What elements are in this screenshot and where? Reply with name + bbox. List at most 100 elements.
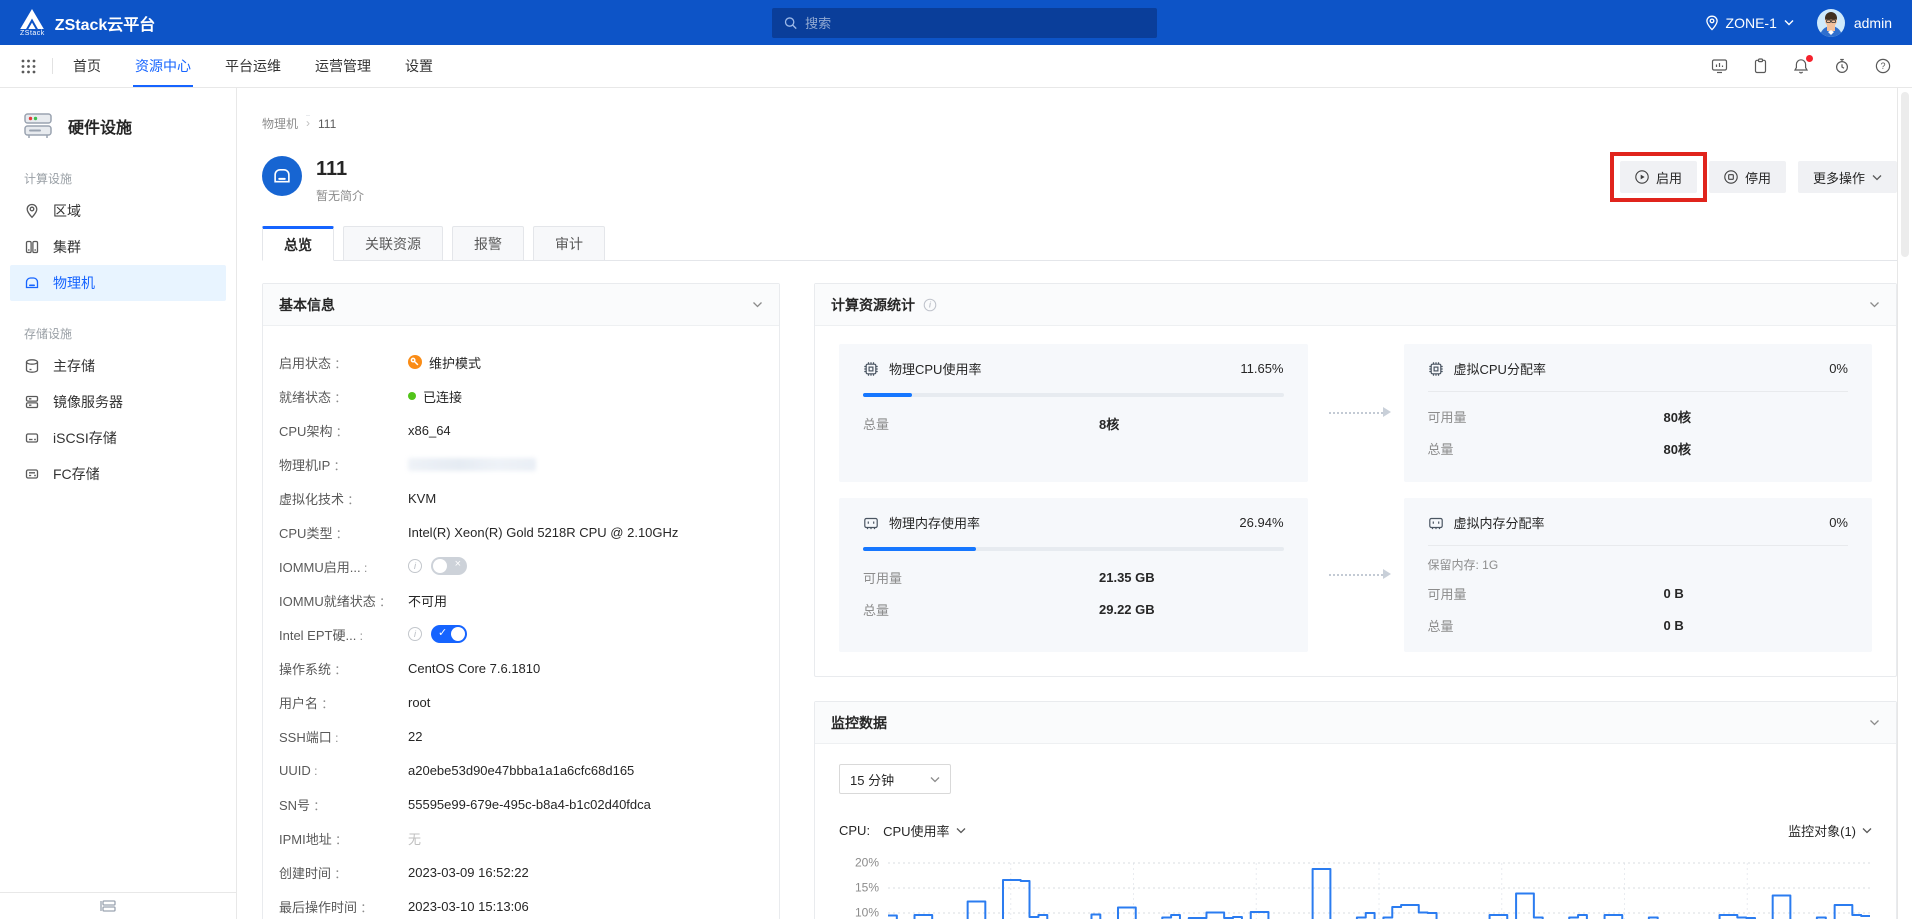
timer-icon[interactable] <box>1834 58 1850 74</box>
sidebar-item-label: 镜像服务器 <box>53 392 123 412</box>
sidebar-item-zone[interactable]: 区域 <box>10 193 226 229</box>
global-search[interactable] <box>772 8 1157 38</box>
sidebar-item-iscsi-storage[interactable]: iSCSI存储 <box>10 420 226 456</box>
zone-selector[interactable]: ZONE-1 <box>1705 15 1794 31</box>
collapse-chevron-icon[interactable] <box>1869 301 1880 308</box>
info-row: UUIDa20ebe53d90e47bbba1a1a6cfc68d165 <box>279 753 763 787</box>
main-content: 物理机 111 111 暂无简介 启用 <box>237 88 1912 919</box>
virtual-memory-allocation-card: 虚拟内存分配率 0% 保留内存: 1G 可用量0 B 总量0 B <box>1404 498 1873 652</box>
maintenance-status-icon <box>408 355 422 369</box>
topbar: ZStack ZStack云平台 ZONE-1 admin <box>0 0 1912 45</box>
scrollbar-thumb[interactable] <box>1901 92 1909 257</box>
zone-label: ZONE-1 <box>1726 15 1777 31</box>
menu-item-resource-center[interactable]: 资源中心 <box>135 45 191 87</box>
collapse-sidebar-icon[interactable] <box>100 900 116 912</box>
notification-badge <box>1806 55 1813 62</box>
stop-circle-icon <box>1724 170 1738 184</box>
info-icon[interactable] <box>408 627 422 641</box>
panel-title: 监控数据 <box>831 713 887 733</box>
apps-grid-icon[interactable] <box>21 59 36 74</box>
username[interactable]: admin <box>1854 15 1892 31</box>
chevron-down-icon <box>1872 174 1882 181</box>
iommu-toggle[interactable] <box>431 557 467 575</box>
physical-memory-usage-card: 物理内存使用率 26.94% 可用量21.35 GB 总量29.22 GB <box>839 498 1308 652</box>
compute-stats-panel: 计算资源统计 i 物理CPU使用率 11.65% <box>814 283 1897 677</box>
stat-name: 虚拟CPU分配率 <box>1454 359 1546 378</box>
cluster-icon <box>24 239 40 255</box>
info-icon[interactable]: i <box>923 298 937 312</box>
toolbar-icons: ? <box>1711 58 1891 74</box>
sidebar-item-cluster[interactable]: 集群 <box>10 229 226 265</box>
map-pin-icon <box>24 203 40 219</box>
monitor-objects-select[interactable]: 监控对象(1) <box>1788 821 1872 840</box>
y-tick-label: 15% <box>855 881 879 895</box>
brand[interactable]: ZStack ZStack云平台 <box>20 9 155 37</box>
monitor-icon[interactable] <box>1711 58 1728 74</box>
scrollbar-track[interactable] <box>1897 88 1912 919</box>
more-actions-button[interactable]: 更多操作 <box>1798 161 1897 193</box>
tab-audit[interactable]: 审计 <box>533 226 605 261</box>
basic-info-panel: 基本信息 启用状态 维护模式 就绪状态 已连接 CPU架构x86_64 物理机I… <box>262 283 780 919</box>
sidebar-item-host[interactable]: 物理机 <box>10 265 226 301</box>
search-input[interactable] <box>805 16 1145 31</box>
redacted-ip-value <box>408 458 536 471</box>
info-row: CPU架构x86_64 <box>279 413 763 447</box>
connected-status-icon <box>408 392 416 400</box>
tab-overview[interactable]: 总览 <box>262 226 334 261</box>
info-row: SN号55595e99-679e-495c-b8a4-b1c02d40fdca <box>279 787 763 821</box>
clipboard-icon[interactable] <box>1753 58 1768 74</box>
y-tick-label: 20% <box>855 856 879 870</box>
secondary-nav: 首页 资源中心 平台运维 运营管理 设置 ? <box>0 45 1912 88</box>
brand-title: ZStack云平台 <box>55 11 155 35</box>
reserved-memory-note: 保留内存: 1G <box>1428 556 1849 573</box>
panel-title: 基本信息 <box>279 295 335 315</box>
info-row: 物理机IP <box>279 447 763 481</box>
iscsi-storage-icon <box>24 430 40 446</box>
enable-button[interactable]: 启用 <box>1620 161 1697 193</box>
compute-stats-header: 计算资源统计 i <box>815 284 1896 326</box>
status-text: 已连接 <box>423 387 462 406</box>
sidebar-item-image-server[interactable]: 镜像服务器 <box>10 384 226 420</box>
sidebar-item-label: FC存储 <box>53 464 100 484</box>
info-row: Intel EPT硬... <box>279 617 763 651</box>
topbar-right: ZONE-1 admin <box>1705 9 1892 37</box>
chevron-down-icon <box>956 827 966 834</box>
sidebar-item-label: iSCSI存储 <box>53 428 117 448</box>
bell-icon[interactable] <box>1793 58 1809 74</box>
info-icon[interactable] <box>408 559 422 573</box>
tab-alarms[interactable]: 报警 <box>452 226 524 261</box>
primary-storage-icon <box>24 358 40 374</box>
metric-select[interactable]: CPU使用率 <box>883 821 965 840</box>
sidebar-item-fc-storage[interactable]: FC存储 <box>10 456 226 492</box>
chart-y-axis: 20% 15% 10% <box>839 855 879 919</box>
stat-percent: 0% <box>1829 361 1848 376</box>
info-row: 操作系统CentOS Core 7.6.1810 <box>279 651 763 685</box>
sidebar-item-primary-storage[interactable]: 主存储 <box>10 348 226 384</box>
line-chart-plot <box>888 855 1870 919</box>
stat-name: 物理内存使用率 <box>889 513 980 532</box>
sidebar-item-label: 主存储 <box>53 356 95 376</box>
page-title: 111 <box>316 156 364 182</box>
time-range-select[interactable]: 15 分钟 <box>839 764 951 794</box>
play-circle-icon <box>1635 170 1649 184</box>
more-actions-label: 更多操作 <box>1813 168 1865 187</box>
breadcrumb-hosts[interactable]: 物理机 <box>262 115 298 132</box>
menu-item-home[interactable]: 首页 <box>73 45 101 87</box>
time-range-value: 15 分钟 <box>850 770 894 789</box>
status-text: 维护模式 <box>429 353 481 372</box>
menu-item-operation-mgmt[interactable]: 运营管理 <box>315 45 371 87</box>
help-icon[interactable]: ? <box>1875 58 1891 74</box>
disable-button[interactable]: 停用 <box>1709 161 1786 193</box>
chevron-down-icon <box>930 776 940 783</box>
collapse-chevron-icon[interactable] <box>1869 719 1880 726</box>
intel-ept-toggle[interactable] <box>431 625 467 643</box>
disable-label: 停用 <box>1745 168 1771 187</box>
monitoring-panel: 监控数据 15 分钟 CPU: CPU使用率 <box>814 701 1897 919</box>
menu-item-settings[interactable]: 设置 <box>405 45 433 87</box>
collapse-chevron-icon[interactable] <box>752 301 763 308</box>
avatar[interactable] <box>1817 9 1845 37</box>
menu-item-platform-ops[interactable]: 平台运维 <box>225 45 281 87</box>
info-row: 就绪状态 已连接 <box>279 379 763 413</box>
tab-related-resources[interactable]: 关联资源 <box>343 226 443 261</box>
sidebar-item-label: 集群 <box>53 237 81 257</box>
